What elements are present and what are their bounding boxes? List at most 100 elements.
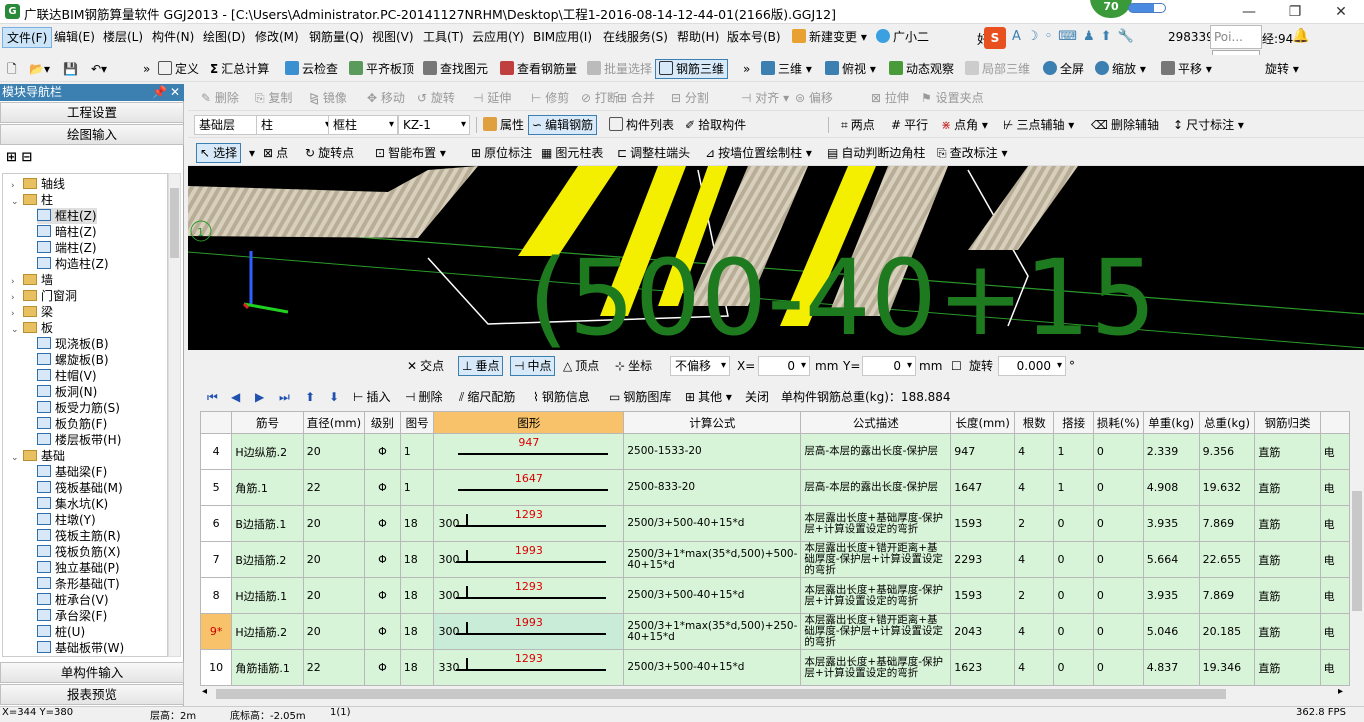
tree-item[interactable]: 基础梁(F) [37, 464, 107, 480]
snap-intersection[interactable]: ✕ 交点 [404, 356, 447, 376]
scale-rebar-button[interactable]: ⫽ 缩尺配筋 [456, 387, 518, 407]
tree-item[interactable]: 筏板基础(M) [37, 480, 123, 496]
cell-calc[interactable]: 2500/3+1*max(35*d,500)+500-40+15*d [623, 541, 802, 578]
new-file-icon[interactable]: 🗋 [4, 59, 20, 79]
inline-label-button[interactable]: ⊞ 原位标注 [468, 143, 535, 163]
cell-g[interactable]: Φ [364, 613, 401, 650]
cell-lap[interactable]: 1 [1053, 469, 1094, 506]
three-point-axis-button[interactable]: ⊬ 三点辅轴 ▾ [1000, 115, 1077, 135]
tree-item[interactable]: 框柱(Z) [37, 208, 97, 224]
rebar-shape-cell[interactable]: 1647 [433, 469, 625, 506]
cell-len[interactable]: 2293 [950, 541, 1016, 578]
menu-online[interactable]: 在线服务(S) [599, 27, 672, 48]
cell-g[interactable]: Φ [364, 433, 401, 470]
menu-edit[interactable]: 编辑(E) [50, 27, 99, 48]
cell-desc[interactable]: 本层露出长度+错开距离+基础厚度-保护层+计算设置设定的弯折 [800, 541, 952, 578]
tree-item[interactable]: 筏板负筋(X) [37, 544, 121, 560]
column-header[interactable]: 筋号 [231, 411, 304, 434]
menu-assistant[interactable]: 广小二 [872, 27, 933, 48]
pan-button[interactable]: 平移 ▾ [1158, 59, 1215, 79]
row-number[interactable]: 9* [200, 613, 233, 650]
cell-tw[interactable]: 22.655 [1198, 541, 1256, 578]
grid-vertical-scrollbar[interactable] [1350, 411, 1364, 686]
pick-component-button[interactable]: ✐ 拾取构件 [682, 115, 749, 135]
menu-new-change[interactable]: 新建变更 ▾ [788, 27, 871, 48]
cell-calc[interactable]: 2500/3+500-40+15*d [623, 577, 802, 614]
tree-item[interactable]: › 门窗洞 [11, 288, 77, 304]
smart-layout-button[interactable]: ⊡ 智能布置 ▾ [372, 143, 449, 163]
tree-item[interactable]: › 梁 [11, 304, 53, 320]
cell-desc[interactable]: 层高-本层的露出长度-保护层 [800, 433, 952, 470]
edit-rebar-button[interactable]: ∽ 编辑钢筋 [528, 115, 598, 135]
menu-cloud[interactable]: 云应用(Y) [468, 27, 529, 48]
parallel-button[interactable]: # 平行 [888, 115, 931, 135]
properties-button[interactable]: 属性 [480, 115, 527, 135]
grid-horizontal-scrollbar[interactable]: ◂ ▸ [200, 686, 1350, 702]
two-points-button[interactable]: ⌗ 两点 [838, 115, 878, 135]
tree-item[interactable]: 条形基础(T) [37, 576, 120, 592]
cell-cat[interactable]: 直筋 [1254, 433, 1321, 470]
local-3d-button[interactable]: 局部三维 [962, 59, 1033, 79]
cell-n[interactable]: 4 [1014, 433, 1055, 470]
cell-lap[interactable]: 0 [1053, 649, 1094, 686]
rebar-shape-cell[interactable]: 1293 300 [433, 577, 625, 614]
tree-item[interactable]: 桩承台(V) [37, 592, 109, 608]
cell-g[interactable]: Φ [364, 469, 401, 506]
report-preview-button[interactable]: 报表预览 [0, 684, 184, 705]
cell-fig[interactable]: 18 [399, 613, 435, 650]
cell-tw[interactable]: 19.346 [1198, 649, 1256, 686]
table-row[interactable]: 10 角筋插筋.1 22 Φ 18 1293 330 2500/3+500-40+15*d 本层… [200, 649, 1350, 686]
column-header[interactable]: 搭接 [1053, 411, 1094, 434]
edit-tool-12[interactable]: ⊠ 拉伸 [868, 88, 912, 108]
tree-item[interactable]: 板负筋(F) [37, 416, 107, 432]
3d-button[interactable]: 三维 ▾ [758, 59, 815, 79]
edit-tool-3[interactable]: ✥ 移动 [364, 88, 408, 108]
table-row[interactable]: 8 H边插筋.1 20 Φ 18 1293 300 2500/3+500-40+15*d 本层露… [200, 577, 1350, 614]
cell-uw[interactable]: 2.339 [1142, 433, 1200, 470]
rebar-shape-cell[interactable]: 1293 330 [433, 649, 625, 686]
cell-len[interactable]: 947 [950, 433, 1016, 470]
cell-loss[interactable]: 0 [1092, 541, 1144, 578]
snap-midpoint[interactable]: ⊣ 中点 [510, 356, 556, 376]
edit-tool-10[interactable]: ⊣ 对齐 ▾ [738, 88, 792, 108]
rebar-3d-canvas[interactable]: 1 (500-40+15 [188, 166, 1364, 350]
tree-scroll-thumb[interactable] [170, 188, 179, 258]
cell-cat[interactable]: 直筋 [1254, 577, 1321, 614]
point-button[interactable]: ⊠ 点 [260, 143, 291, 163]
cell-calc[interactable]: 2500/3+500-40+15*d [623, 505, 802, 542]
tree-item[interactable]: ⌄ 基础 [11, 448, 65, 464]
cell-uw[interactable]: 5.046 [1142, 613, 1200, 650]
cell-len[interactable]: 1623 [950, 649, 1016, 686]
cell-tw[interactable]: 9.356 [1198, 433, 1256, 470]
batch-select-button[interactable]: 批量选择 [584, 59, 655, 79]
table-row[interactable]: 9* H边插筋.2 20 Φ 18 1993 300 2500/3+1*max(35*d,50… [200, 613, 1350, 650]
cell-cat[interactable]: 直筋 [1254, 541, 1321, 578]
cell-d[interactable]: 20 [302, 613, 366, 650]
column-header[interactable]: 长度(mm) [950, 411, 1016, 434]
scroll-right-icon[interactable]: ▸ [1338, 686, 1343, 697]
cell-uw[interactable]: 4.908 [1142, 469, 1200, 506]
cell-cat[interactable]: 直筋 [1254, 649, 1321, 686]
tree-item[interactable]: › 轴线 [11, 176, 65, 192]
ime-field[interactable]: Poi... [1210, 25, 1262, 49]
check-label-button[interactable]: ⎘ 查改标注 ▾ [934, 143, 1010, 163]
delete-axis-button[interactable]: ⌫ 删除辅轴 [1088, 115, 1162, 135]
cell-fig[interactable]: 1 [399, 433, 435, 470]
cell-x[interactable]: 电 [1319, 505, 1350, 542]
tree-item[interactable]: 端柱(Z) [37, 240, 97, 256]
column-header[interactable] [200, 411, 233, 434]
cloud-check-button[interactable]: 云检查 [282, 59, 341, 79]
scroll-left-icon[interactable]: ◂ [202, 686, 207, 697]
cell-lap[interactable]: 0 [1053, 613, 1094, 650]
tree-item[interactable]: 构造柱(Z) [37, 256, 109, 272]
define-button[interactable]: 定义 [155, 59, 202, 79]
cell-d[interactable]: 20 [302, 541, 366, 578]
fullscreen-button[interactable]: 全屏 [1040, 59, 1087, 79]
minimize-button[interactable]: — [1226, 0, 1272, 24]
column-table-button[interactable]: ▦ 图元柱表 [538, 143, 606, 163]
cell-lap[interactable]: 0 [1053, 577, 1094, 614]
cell-len[interactable]: 1593 [950, 505, 1016, 542]
cell-loss[interactable]: 0 [1092, 613, 1144, 650]
table-row[interactable]: 7 B边插筋.2 20 Φ 18 1993 300 2500/3+1*max(35*d,500… [200, 541, 1350, 578]
cell-uw[interactable]: 3.935 [1142, 505, 1200, 542]
